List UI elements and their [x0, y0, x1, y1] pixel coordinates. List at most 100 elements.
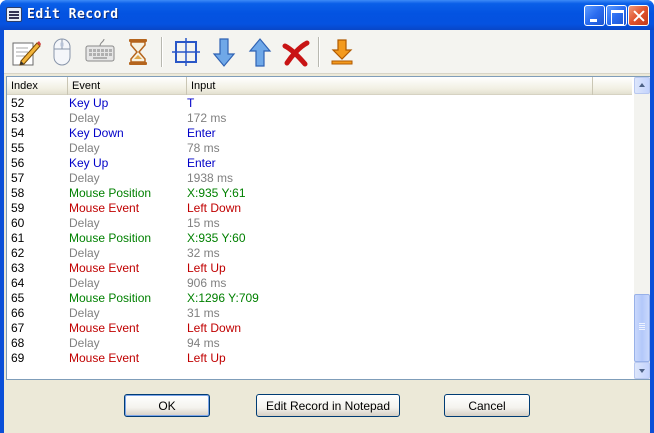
scroll-up-button[interactable]	[634, 77, 650, 94]
table-row[interactable]: 61 Mouse Position X:935 Y:60	[7, 231, 632, 246]
insert-download-icon[interactable]	[326, 36, 358, 68]
row-index: 63	[11, 261, 25, 275]
table-row[interactable]: 58 Mouse Position X:935 Y:61	[7, 186, 632, 201]
edit-record-window: Edit Record Index Event Input 52 Key Up …	[0, 0, 654, 433]
row-input: Left Down	[187, 201, 242, 215]
row-input: Left Down	[187, 321, 242, 335]
table-row[interactable]: 67 Mouse Event Left Down	[7, 321, 632, 336]
row-index: 65	[11, 291, 25, 305]
row-input: X:935 Y:60	[187, 231, 246, 245]
row-event: Delay	[69, 216, 100, 230]
toolbar-separator	[318, 37, 319, 67]
table-row[interactable]: 54 Key Down Enter	[7, 126, 632, 141]
record-list[interactable]: Index Event Input 52 Key Up T 53 Delay 172 ms…	[6, 76, 650, 380]
row-event: Key Down	[69, 126, 124, 140]
title-bar[interactable]: Edit Record	[0, 0, 654, 30]
row-index: 61	[11, 231, 25, 245]
row-input: Enter	[187, 156, 216, 170]
row-event: Delay	[69, 276, 100, 290]
move-down-icon[interactable]	[208, 36, 240, 68]
edit-pencil-icon[interactable]	[10, 36, 42, 68]
table-row[interactable]: 52 Key Up T	[7, 96, 632, 111]
vertical-scrollbar[interactable]	[634, 77, 650, 379]
toolbar	[4, 30, 650, 74]
row-event: Key Up	[69, 96, 109, 110]
row-index: 69	[11, 351, 25, 365]
keyboard-icon[interactable]	[84, 36, 116, 68]
row-event: Mouse Position	[69, 291, 152, 305]
table-row[interactable]: 68 Delay 94 ms	[7, 336, 632, 351]
app-icon	[6, 7, 22, 22]
row-input: 31 ms	[187, 306, 220, 320]
close-button[interactable]	[628, 5, 649, 26]
table-row[interactable]: 55 Delay 78 ms	[7, 141, 632, 156]
minimize-button[interactable]	[584, 5, 605, 26]
row-index: 58	[11, 186, 25, 200]
row-input: 15 ms	[187, 216, 220, 230]
column-header-event[interactable]: Event	[68, 77, 187, 95]
table-row[interactable]: 69 Mouse Event Left Up	[7, 351, 632, 366]
scroll-down-button[interactable]	[634, 362, 650, 379]
row-index: 62	[11, 246, 25, 260]
row-event: Mouse Event	[69, 201, 140, 215]
move-up-icon[interactable]	[244, 36, 276, 68]
table-row[interactable]: 65 Mouse Position X:1296 Y:709	[7, 291, 632, 306]
row-input: Left Up	[187, 261, 226, 275]
row-input: 94 ms	[187, 336, 220, 350]
row-event: Delay	[69, 306, 100, 320]
row-index: 60	[11, 216, 25, 230]
row-index: 55	[11, 141, 25, 155]
row-input: Enter	[187, 126, 216, 140]
scroll-thumb[interactable]	[634, 294, 650, 362]
column-header-input[interactable]: Input	[187, 77, 593, 95]
table-row[interactable]: 63 Mouse Event Left Up	[7, 261, 632, 276]
row-event: Mouse Event	[69, 261, 140, 275]
row-input: 172 ms	[187, 111, 227, 125]
table-row[interactable]: 60 Delay 15 ms	[7, 216, 632, 231]
row-index: 66	[11, 306, 25, 320]
table-row[interactable]: 57 Delay 1938 ms	[7, 171, 632, 186]
row-index: 53	[11, 111, 25, 125]
row-input: 32 ms	[187, 246, 220, 260]
row-input: X:935 Y:61	[187, 186, 246, 200]
dialog-client-area: Index Event Input 52 Key Up T 53 Delay 172 ms…	[4, 30, 650, 433]
hourglass-icon[interactable]	[122, 36, 154, 68]
row-event: Delay	[69, 141, 100, 155]
row-index: 64	[11, 276, 25, 290]
table-row[interactable]: 64 Delay 906 ms	[7, 276, 632, 291]
row-event: Key Up	[69, 156, 109, 170]
row-input: T	[187, 96, 195, 110]
record-rows: 52 Key Up T 53 Delay 172 ms 54 Key Down Enter 55 D…	[7, 96, 632, 379]
table-row[interactable]: 62 Delay 32 ms	[7, 246, 632, 261]
table-row[interactable]: 56 Key Up Enter	[7, 156, 632, 171]
row-event: Mouse Event	[69, 321, 140, 335]
row-event: Delay	[69, 171, 100, 185]
row-input: 1938 ms	[187, 171, 234, 185]
window-title: Edit Record	[27, 7, 119, 22]
ok-button[interactable]: OK	[124, 394, 210, 417]
row-input: X:1296 Y:709	[187, 291, 259, 305]
row-input: 906 ms	[187, 276, 227, 290]
cancel-button[interactable]: Cancel	[444, 394, 530, 417]
row-index: 52	[11, 96, 25, 110]
row-index: 68	[11, 336, 25, 350]
table-row[interactable]: 53 Delay 172 ms	[7, 111, 632, 126]
edit-in-notepad-button[interactable]: Edit Record in Notepad	[256, 394, 400, 417]
delete-icon[interactable]	[280, 36, 312, 68]
row-input: 78 ms	[187, 141, 220, 155]
row-index: 57	[11, 171, 25, 185]
row-index: 67	[11, 321, 25, 335]
row-input: Left Up	[187, 351, 226, 365]
row-event: Mouse Event	[69, 351, 140, 365]
row-event: Mouse Position	[69, 231, 152, 245]
row-index: 56	[11, 156, 25, 170]
column-header-index[interactable]: Index	[7, 77, 68, 95]
mouse-icon[interactable]	[46, 36, 78, 68]
table-row[interactable]: 59 Mouse Event Left Down	[7, 201, 632, 216]
maximize-button[interactable]	[606, 5, 627, 26]
list-header: Index Event Input	[7, 77, 632, 95]
toolbar-separator	[161, 37, 162, 67]
row-event: Delay	[69, 111, 100, 125]
table-row[interactable]: 66 Delay 31 ms	[7, 306, 632, 321]
select-region-icon[interactable]	[170, 36, 202, 68]
